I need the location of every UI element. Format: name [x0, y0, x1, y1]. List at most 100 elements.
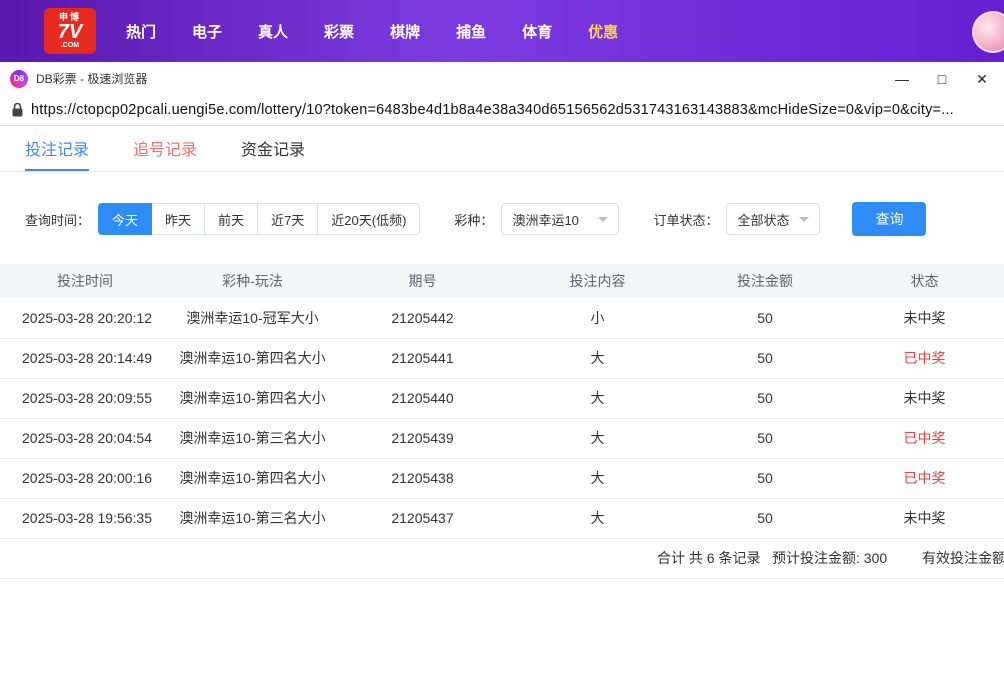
status-cell: 已中奖: [845, 418, 1004, 459]
browser-titlebar: D8 DB彩票 - 极速浏览器 — □ ✕: [0, 62, 1004, 95]
game-play-cell: 澳洲幸运10-第四名大小: [170, 458, 335, 499]
table-row: 2025-03-28 20:14:49 澳洲幸运10-第四名大小 2120544…: [0, 338, 1004, 379]
col-issue: 期号: [335, 264, 510, 298]
bet-records-table: 投注时间 彩种-玩法 期号 投注内容 投注金额 状态 2025-03-28 20…: [0, 264, 1004, 539]
game-play-cell: 澳洲幸运10-第三名大小: [170, 498, 335, 539]
chevron-down-icon: [799, 216, 810, 222]
url-text[interactable]: https://ctopcp02pcali.uengi5e.com/lotter…: [31, 102, 954, 118]
bet-time-cell: 2025-03-28 20:09:55: [0, 378, 170, 419]
order-status-select[interactable]: 全部状态: [726, 203, 821, 235]
bet-amount-cell: 50: [685, 458, 845, 499]
bet-amount-cell: 50: [685, 298, 845, 339]
game-play-cell: 澳洲幸运10-第三名大小: [170, 418, 335, 459]
issue-cell: 21205442: [335, 298, 510, 339]
bet-amount-cell: 50: [685, 338, 845, 379]
col-bet-amount: 投注金额: [685, 264, 845, 298]
chevron-down-icon: [598, 216, 609, 222]
logo-text-7v: 7V: [57, 21, 83, 43]
status-cell: 未中奖: [845, 298, 1004, 339]
time-option-yesterday[interactable]: 昨天: [151, 203, 206, 235]
table-row: 2025-03-28 20:04:54 澳洲幸运10-第三名大小 2120543…: [0, 418, 1004, 459]
nav-item-promo[interactable]: 优惠: [588, 21, 618, 42]
logo-text-com: .COM: [60, 42, 80, 49]
lottery-select[interactable]: 澳洲幸运10: [501, 203, 620, 235]
time-filter-label: 查询时间：: [25, 212, 91, 228]
col-game-play: 彩种-玩法: [170, 264, 335, 298]
lock-icon: [12, 103, 23, 117]
bet-time-cell: 2025-03-28 20:20:12: [0, 298, 170, 339]
window-controls: — □ ✕: [894, 72, 990, 86]
expected-amount: 预计投注金额: 300: [772, 550, 888, 566]
bet-content-cell: 大: [510, 498, 685, 539]
filter-bar: 查询时间： 今天 昨天 前天 近7天 近20天(低频) 彩种： 澳洲幸运10 订…: [0, 202, 1004, 236]
order-status-label: 订单状态：: [653, 212, 719, 228]
window-title: DB彩票 - 极速浏览器: [36, 72, 148, 86]
game-play-cell: 澳洲幸运10-第四名大小: [170, 338, 335, 379]
close-button[interactable]: ✕: [974, 72, 990, 86]
top-nav: 热门 电子 真人 彩票 棋牌 捕鱼 体育 优惠: [126, 21, 618, 42]
screen: 申博 7V .COM 热门 电子 真人 彩票 棋牌 捕鱼 体育 优惠 D8 DB…: [0, 0, 1004, 692]
record-tabs: 投注记录 追号记录 资金记录: [0, 126, 1004, 172]
site-header: 申博 7V .COM 热门 电子 真人 彩票 棋牌 捕鱼 体育 优惠: [0, 0, 1004, 62]
time-option-7days[interactable]: 近7天: [257, 203, 319, 235]
issue-cell: 21205441: [335, 338, 510, 379]
page-content: 投注记录 追号记录 资金记录 查询时间： 今天 昨天 前天 近7天 近20天(低…: [0, 126, 1004, 579]
order-status-value: 全部状态: [737, 212, 790, 228]
game-play-cell: 澳洲幸运10-冠军大小: [170, 298, 335, 339]
nav-item-slots[interactable]: 电子: [192, 21, 222, 42]
nav-item-cards[interactable]: 棋牌: [390, 21, 420, 42]
bet-amount-cell: 50: [685, 418, 845, 459]
time-option-today[interactable]: 今天: [98, 203, 153, 235]
avatar[interactable]: [972, 11, 1004, 53]
time-range-group: 今天 昨天 前天 近7天 近20天(低频): [98, 203, 421, 235]
issue-cell: 21205437: [335, 498, 510, 539]
tab-chase-records[interactable]: 追号记录: [133, 126, 197, 171]
maximize-button[interactable]: □: [934, 72, 950, 86]
lottery-select-value: 澳洲幸运10: [512, 212, 579, 228]
bet-time-cell: 2025-03-28 20:00:16: [0, 458, 170, 499]
status-cell: 已中奖: [845, 338, 1004, 379]
table-row: 2025-03-28 20:20:12 澳洲幸运10-冠军大小 21205442…: [0, 298, 1004, 339]
nav-item-fishing[interactable]: 捕鱼: [456, 21, 486, 42]
tab-bet-records[interactable]: 投注记录: [25, 126, 90, 171]
bet-content-cell: 大: [510, 378, 685, 419]
total-count: 合计 共 6 条记录: [657, 550, 761, 566]
bet-content-cell: 大: [510, 338, 685, 379]
nav-item-lottery[interactable]: 彩票: [324, 21, 354, 42]
browser-app-icon: D8: [10, 69, 28, 88]
bet-amount-cell: 50: [685, 498, 845, 539]
time-option-daybefore[interactable]: 前天: [204, 203, 259, 235]
bet-content-cell: 小: [510, 298, 685, 339]
bet-amount-cell: 50: [685, 378, 845, 419]
bet-time-cell: 2025-03-28 20:04:54: [0, 418, 170, 459]
col-bet-time: 投注时间: [0, 264, 170, 298]
site-logo[interactable]: 申博 7V .COM: [44, 8, 96, 54]
minimize-button[interactable]: —: [894, 72, 910, 86]
nav-item-live[interactable]: 真人: [258, 21, 288, 42]
nav-item-sports[interactable]: 体育: [522, 21, 552, 42]
lottery-select-label: 彩种：: [454, 212, 494, 228]
col-bet-content: 投注内容: [510, 264, 685, 298]
valid-amount: 有效投注金额: [922, 550, 1004, 566]
table-row: 2025-03-28 20:09:55 澳洲幸运10-第四名大小 2120544…: [0, 378, 1004, 419]
issue-cell: 21205440: [335, 378, 510, 419]
bet-time-cell: 2025-03-28 20:14:49: [0, 338, 170, 379]
table-summary: 合计 共 6 条记录 预计投注金额: 300 有效投注金额: [0, 539, 1004, 579]
status-cell: 已中奖: [845, 458, 1004, 499]
issue-cell: 21205438: [335, 458, 510, 499]
browser-addressbar[interactable]: https://ctopcp02pcali.uengi5e.com/lotter…: [0, 95, 1004, 126]
status-cell: 未中奖: [845, 498, 1004, 539]
time-option-20days[interactable]: 近20天(低频): [317, 203, 421, 235]
search-button[interactable]: 查询: [852, 202, 927, 236]
table-header: 投注时间 彩种-玩法 期号 投注内容 投注金额 状态: [0, 264, 1004, 298]
status-cell: 未中奖: [845, 378, 1004, 419]
issue-cell: 21205439: [335, 418, 510, 459]
tab-fund-records[interactable]: 资金记录: [241, 126, 305, 171]
bet-content-cell: 大: [510, 418, 685, 459]
game-play-cell: 澳洲幸运10-第四名大小: [170, 378, 335, 419]
table-row: 2025-03-28 20:00:16 澳洲幸运10-第四名大小 2120543…: [0, 458, 1004, 499]
bet-time-cell: 2025-03-28 19:56:35: [0, 498, 170, 539]
bet-content-cell: 大: [510, 458, 685, 499]
col-status: 状态: [845, 264, 1004, 298]
nav-item-hot[interactable]: 热门: [126, 21, 156, 42]
